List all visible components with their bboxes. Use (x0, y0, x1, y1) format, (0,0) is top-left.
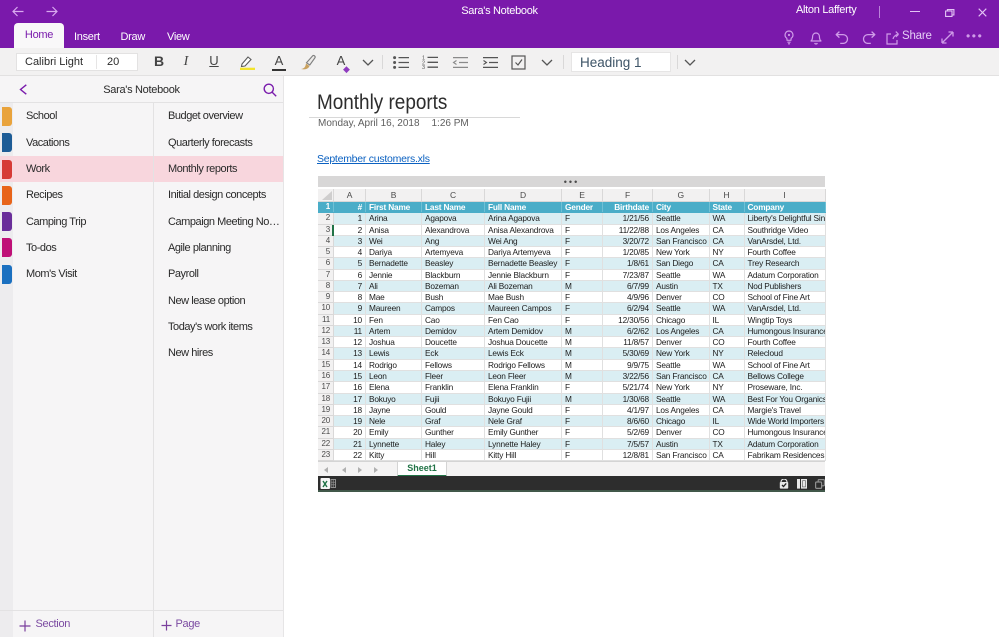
svg-text:3: 3 (422, 65, 425, 69)
